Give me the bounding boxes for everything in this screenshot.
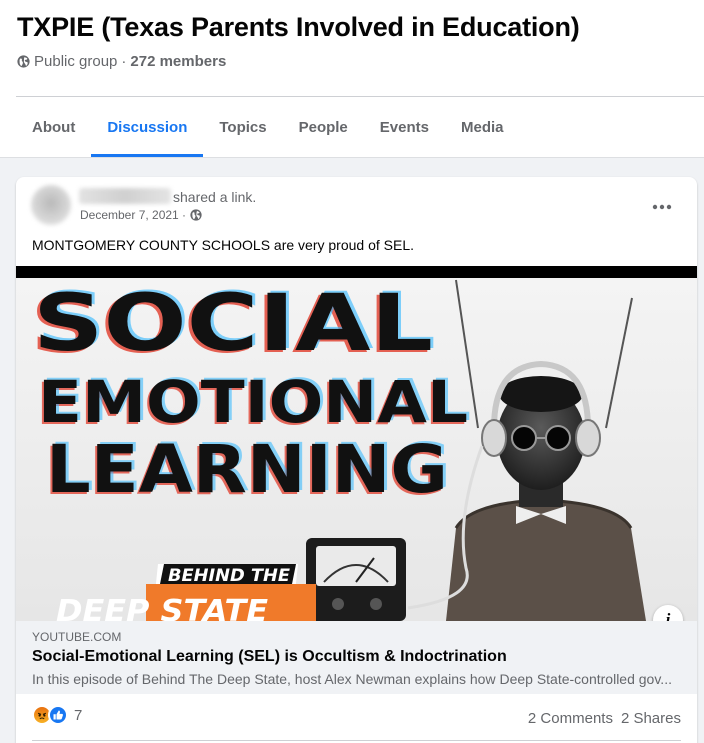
comments-count[interactable]: 2 Comments bbox=[528, 710, 613, 727]
globe-icon bbox=[17, 55, 30, 68]
post-action-text: shared a link. bbox=[173, 189, 257, 205]
group-member-count[interactable]: 272 members bbox=[130, 53, 226, 70]
link-preview[interactable]: YOUTUBE.COM Social-Emotional Learning (S… bbox=[16, 621, 697, 694]
avatar[interactable] bbox=[31, 185, 71, 225]
header-bottom-border bbox=[0, 157, 704, 158]
svg-text:EMOTIONAL: EMOTIONAL bbox=[38, 368, 468, 436]
like-reaction-icon bbox=[48, 705, 68, 725]
tab-topics[interactable]: Topics bbox=[203, 97, 282, 157]
thumbnail-banner-top: BEHIND THE bbox=[168, 566, 290, 586]
tab-people[interactable]: People bbox=[283, 97, 364, 157]
link-thumbnail[interactable]: SOCIAL SOCIAL SOCIAL EMOTIONAL EMOTIONAL… bbox=[16, 266, 697, 621]
post-footer-divider bbox=[32, 740, 681, 741]
tab-discussion[interactable]: Discussion bbox=[91, 97, 204, 157]
svg-text:SOCIAL: SOCIAL bbox=[33, 279, 433, 369]
svg-text:LEARNING: LEARNING bbox=[46, 431, 448, 508]
post-date[interactable]: December 7, 2021 · bbox=[80, 208, 186, 222]
group-meta: Public group · 272 members bbox=[17, 53, 226, 70]
group-title[interactable]: TXPIE (Texas Parents Involved in Educati… bbox=[17, 12, 580, 43]
link-title[interactable]: Social-Emotional Learning (SEL) is Occul… bbox=[32, 648, 507, 666]
reaction-count: 7 bbox=[74, 706, 83, 724]
thumbnail-banner-bottom: DEEP STATE bbox=[56, 594, 269, 621]
shares-count[interactable]: 2 Shares bbox=[621, 710, 681, 727]
link-domain: YOUTUBE.COM bbox=[32, 630, 122, 644]
group-header: TXPIE (Texas Parents Involved in Educati… bbox=[0, 0, 704, 158]
audience-globe-icon bbox=[190, 209, 202, 221]
engagement-counts: 2 Comments 2 Shares bbox=[528, 710, 681, 727]
more-options-button[interactable] bbox=[646, 191, 678, 223]
post-timestamp: December 7, 2021 · bbox=[80, 208, 202, 222]
thumbnail-headline: SOCIAL SOCIAL SOCIAL EMOTIONAL EMOTIONAL… bbox=[30, 278, 471, 510]
group-tabs: About Discussion Topics People Events Me… bbox=[16, 97, 520, 157]
link-description: In this episode of Behind The Deep State… bbox=[32, 671, 672, 687]
meta-separator: · bbox=[121, 53, 127, 70]
post-card: shared a link. December 7, 2021 · MONTGO… bbox=[16, 177, 697, 743]
author-name-redacted[interactable] bbox=[79, 188, 171, 204]
tab-about[interactable]: About bbox=[16, 97, 91, 157]
post-text: MONTGOMERY COUNTY SCHOOLS are very proud… bbox=[32, 237, 414, 253]
thumbnail-image: SOCIAL SOCIAL SOCIAL EMOTIONAL EMOTIONAL… bbox=[16, 278, 697, 621]
more-options-icon bbox=[652, 204, 672, 210]
tab-media[interactable]: Media bbox=[445, 97, 520, 157]
tab-events[interactable]: Events bbox=[364, 97, 445, 157]
reactions-summary[interactable]: 7 bbox=[32, 705, 82, 725]
group-privacy: Public group bbox=[34, 53, 118, 70]
